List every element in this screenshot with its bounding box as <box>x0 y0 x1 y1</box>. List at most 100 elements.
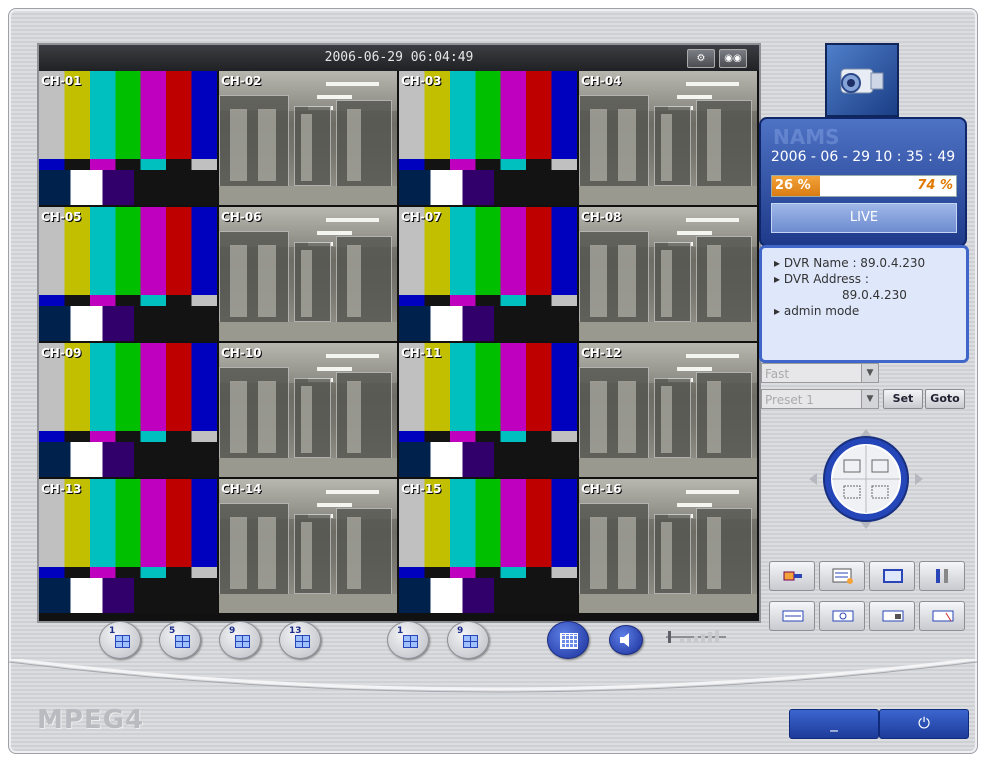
layout-9-button[interactable]: 9 <box>219 621 261 659</box>
setup-button[interactable] <box>919 601 965 631</box>
channel-label: CH-16 <box>581 482 622 496</box>
search-button[interactable] <box>819 601 865 631</box>
layout-16-button[interactable] <box>547 621 589 659</box>
chevron-down-icon: ▼ <box>861 364 878 382</box>
channel-tile[interactable]: CH-08 <box>579 207 757 341</box>
disk-free-label: 74 % <box>917 178 953 193</box>
disk-usage-bar: 26 % 74 % <box>771 175 957 197</box>
fullscreen-button[interactable] <box>869 561 915 591</box>
corridor-view <box>219 479 397 613</box>
audio-icon[interactable]: ◉◉ <box>719 49 747 68</box>
channel-tile[interactable]: CH-05 <box>39 207 217 341</box>
color-bars <box>39 479 217 613</box>
video-title-bar: 2006-06-29 06:04:49 ⚙ ◉◉ <box>39 45 759 71</box>
channel-tile[interactable]: CH-11 <box>399 343 577 477</box>
live-button[interactable]: LIVE <box>771 203 957 233</box>
page-9-button[interactable]: 9 <box>447 621 489 659</box>
preset-select[interactable]: Preset 1 ▼ <box>761 389 879 409</box>
channel-tile[interactable]: CH-03 <box>399 71 577 205</box>
channel-label: CH-03 <box>401 74 442 88</box>
fullscreen-icon <box>883 569 903 583</box>
timestamp: 2006-06-29 06:04:49 <box>324 50 474 65</box>
channel-label: CH-06 <box>221 210 262 224</box>
color-bars <box>399 207 577 341</box>
channel-label: CH-12 <box>581 346 622 360</box>
channel-label: CH-09 <box>41 346 82 360</box>
channel-grid: CH-01 CH-02 CH-03 CH-04 CH-05 CH-06 CH-07 CH-08… <box>39 71 759 621</box>
ptz-down-arrow <box>860 521 872 529</box>
ptz-control-pad[interactable] <box>807 427 925 531</box>
color-bars <box>399 343 577 477</box>
grid-icon <box>235 635 250 648</box>
speaker-icon <box>620 633 629 647</box>
channel-tile[interactable]: CH-07 <box>399 207 577 341</box>
channel-label: CH-07 <box>401 210 442 224</box>
grid-16-icon <box>560 633 578 649</box>
preset-set-button[interactable]: Set <box>883 389 923 409</box>
settings-button[interactable] <box>919 561 965 591</box>
grid-icon <box>175 635 190 648</box>
channel-tile[interactable]: CH-16 <box>579 479 757 613</box>
camera-logo-icon <box>840 68 884 94</box>
channel-tile[interactable]: CH-06 <box>219 207 397 341</box>
channel-label: CH-04 <box>581 74 622 88</box>
dvr-name: ▸ DVR Name : 89.0.4.230 <box>774 256 926 270</box>
channel-tile[interactable]: CH-12 <box>579 343 757 477</box>
channel-tile[interactable]: CH-01 <box>39 71 217 205</box>
playback-icon <box>782 610 804 622</box>
channel-label: CH-02 <box>221 74 262 88</box>
layout-13-button[interactable]: 13 <box>279 621 321 659</box>
channel-tile[interactable]: CH-09 <box>39 343 217 477</box>
brand-label: MPEG4 <box>37 705 145 735</box>
channel-tile[interactable]: CH-13 <box>39 479 217 613</box>
channel-tile[interactable]: CH-02 <box>219 71 397 205</box>
channel-tile[interactable]: CH-04 <box>579 71 757 205</box>
ptz-speed-select[interactable]: Fast ▼ <box>761 363 879 383</box>
backup-button[interactable] <box>869 601 915 631</box>
channel-tile[interactable]: CH-15 <box>399 479 577 613</box>
channel-label: CH-11 <box>401 346 442 360</box>
channel-label: CH-01 <box>41 74 82 88</box>
power-button[interactable]: ⏻ <box>879 709 969 739</box>
connect-button[interactable] <box>769 561 815 591</box>
corridor-view <box>579 207 757 341</box>
dvr-address-label: ▸ DVR Address : <box>774 272 869 286</box>
channel-tile[interactable]: CH-10 <box>219 343 397 477</box>
layout-5-button[interactable]: 5 <box>159 621 201 659</box>
color-bars <box>399 71 577 205</box>
record-list-button[interactable] <box>819 561 865 591</box>
grid-icon <box>403 635 418 648</box>
plug-icon <box>783 571 802 581</box>
color-bars <box>399 479 577 613</box>
ptz-up-arrow <box>860 429 872 437</box>
channel-tile[interactable]: CH-14 <box>219 479 397 613</box>
tools-icon <box>936 569 948 583</box>
camera-settings-icon[interactable]: ⚙ <box>687 49 715 68</box>
channel-label: CH-05 <box>41 210 82 224</box>
status-datetime: 2006 - 06 - 29 10 : 35 : 49 <box>770 149 956 165</box>
color-bars <box>39 71 217 205</box>
layout-1-button[interactable]: 1 <box>99 621 141 659</box>
minimize-button[interactable]: _ <box>789 709 879 739</box>
dvr-info-panel: ▸ DVR Name : 89.0.4.230 ▸ DVR Address : … <box>759 245 969 363</box>
preset-goto-button[interactable]: Goto <box>925 389 965 409</box>
channel-label: CH-08 <box>581 210 622 224</box>
status-panel: NAMS 2006 - 06 - 29 10 : 35 : 49 26 % 74… <box>759 117 967 247</box>
grid-icon <box>295 635 310 648</box>
page-1-button[interactable]: 1 <box>387 621 429 659</box>
corridor-view <box>579 71 757 205</box>
channel-label: CH-14 <box>221 482 262 496</box>
channel-label: CH-13 <box>41 482 82 496</box>
volume-slider[interactable] <box>666 628 726 644</box>
corridor-view <box>219 207 397 341</box>
corridor-view <box>219 343 397 477</box>
ptz-right-arrow <box>915 473 923 485</box>
corridor-view <box>579 343 757 477</box>
corridor-view <box>579 479 757 613</box>
setup-icon <box>932 610 954 622</box>
volume-button[interactable] <box>609 625 643 655</box>
status-watermark: NAMS <box>773 125 840 149</box>
playback-button[interactable] <box>769 601 815 631</box>
backup-icon <box>882 610 904 622</box>
video-panel: 2006-06-29 06:04:49 ⚙ ◉◉ CH-01 CH-02 CH-03… <box>37 43 761 623</box>
